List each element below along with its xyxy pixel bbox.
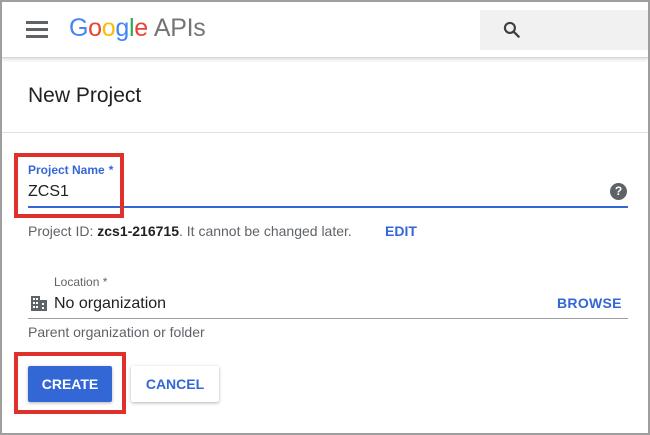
app-window: Google APIs New Project Project Name * ZCS…	[2, 2, 648, 433]
project-name-input[interactable]: ZCS1	[28, 183, 69, 201]
search-box[interactable]	[480, 10, 648, 50]
search-icon[interactable]	[502, 20, 522, 40]
project-name-underline	[28, 206, 628, 208]
project-id-suffix: . It cannot be changed later.	[179, 223, 352, 239]
building-icon	[31, 296, 47, 311]
help-icon[interactable]: ?	[610, 183, 627, 200]
project-id-value: zcs1-216715	[97, 223, 179, 239]
google-apis-logo[interactable]: Google APIs	[69, 14, 206, 43]
logo-product-name: APIs	[153, 14, 206, 42]
location-underline	[28, 318, 628, 319]
page-header: New Project	[2, 59, 648, 133]
location-value[interactable]: No organization	[54, 295, 166, 313]
top-app-bar: Google APIs	[2, 2, 648, 58]
page-title: New Project	[28, 84, 142, 107]
project-id-prefix: Project ID:	[28, 223, 98, 239]
hamburger-menu-icon[interactable]	[26, 20, 48, 38]
create-button[interactable]: CREATE	[28, 366, 112, 402]
edit-project-id-button[interactable]: EDIT	[385, 223, 417, 239]
cancel-button[interactable]: CANCEL	[131, 366, 219, 402]
project-id-info: Project ID: zcs1-216715. It cannot be ch…	[28, 223, 352, 239]
location-helper-text: Parent organization or folder	[28, 324, 205, 340]
required-mark: *	[108, 163, 114, 177]
project-name-label-text: Project Name	[28, 163, 105, 177]
location-label: Location *	[54, 275, 108, 289]
browse-button[interactable]: BROWSE	[557, 295, 622, 311]
project-name-label: Project Name *	[28, 163, 113, 177]
